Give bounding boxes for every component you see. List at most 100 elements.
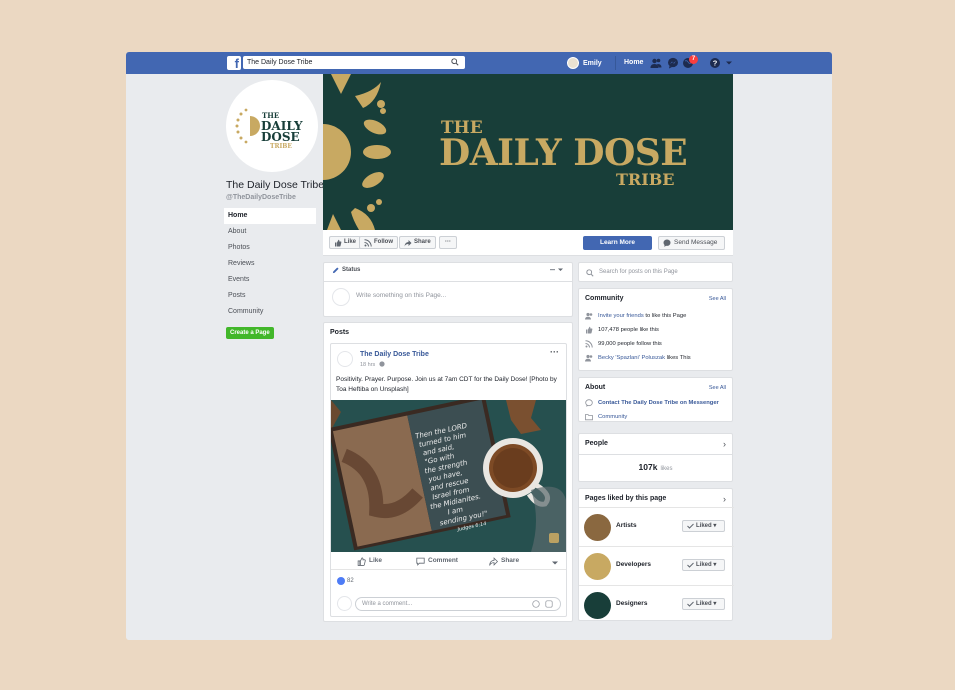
cover-title-main: DAILY DOSE [439, 132, 688, 174]
globe-icon [379, 361, 385, 367]
search-posts-input[interactable]: Search for posts on this Page [578, 262, 733, 282]
messenger-icon [585, 399, 593, 407]
comment-input[interactable]: Write a comment... [355, 597, 561, 611]
post-time-text: 18 hrs [360, 362, 376, 368]
messenger-icon[interactable] [667, 57, 679, 69]
liked-page-name[interactable]: Developers [616, 561, 651, 568]
post-like-label: Like [369, 557, 383, 564]
pencil-icon [332, 267, 339, 274]
chevron-down-icon[interactable] [725, 59, 733, 67]
page-side-nav: Home About Photos Reviews Events Posts C… [224, 208, 316, 320]
post-share-button[interactable]: Share [489, 557, 519, 566]
page-avatar [332, 288, 350, 306]
invite-friends-row: Invite your friends to like this Page [585, 312, 686, 320]
status-input[interactable]: Write something on this Page... [356, 292, 446, 299]
post-comment-button[interactable]: Comment [416, 557, 458, 566]
pages-liked-title[interactable]: Pages liked by this page [585, 495, 666, 502]
nav-item-reviews[interactable]: Reviews [224, 256, 316, 272]
nav-item-photos[interactable]: Photos [224, 240, 316, 256]
learn-more-button[interactable]: Learn More [583, 236, 652, 250]
like-page-button[interactable]: Like [329, 236, 362, 249]
post-like-button[interactable]: Like [357, 557, 383, 566]
likes-count-row: 107,478 people like this [585, 326, 659, 334]
chevron-right-icon[interactable]: › [723, 494, 726, 504]
liked-page-name[interactable]: Artists [616, 522, 637, 529]
follow-label: Follow [374, 239, 393, 245]
post-options-button[interactable]: ··· [550, 347, 559, 357]
create-page-button[interactable]: Create a Page [226, 327, 274, 339]
invite-friends-link[interactable]: Invite your friends [598, 313, 644, 319]
post-actions-bar: Like Comment Share [331, 554, 566, 570]
more-options-button[interactable]: ··· [439, 236, 457, 249]
rss-icon [364, 239, 372, 247]
search-icon [586, 269, 594, 277]
status-tab-label: Status [342, 267, 361, 273]
liked-page-row: Designers Liked ▾ [579, 585, 734, 623]
category-link[interactable]: Community [598, 414, 627, 420]
search-icon[interactable] [451, 58, 459, 66]
liked-page-name[interactable]: Designers [616, 600, 647, 607]
liked-page-avatar[interactable] [584, 553, 611, 580]
nav-item-home[interactable]: Home [224, 208, 316, 224]
tribe-logo-image: THE DAILY DOSE TRIBE [235, 108, 303, 150]
posts-header: Posts [330, 329, 350, 336]
page-title[interactable]: The Daily Dose Tribe [226, 179, 324, 191]
nav-item-posts[interactable]: Posts [224, 288, 316, 304]
cover-photo[interactable]: THE DAILY DOSE TRIBE [323, 74, 733, 230]
liked-toggle-button[interactable]: Liked ▾ [682, 520, 725, 532]
logo-text-tribe: TRIBE [270, 143, 292, 150]
search-posts-placeholder: Search for posts on this Page [599, 269, 678, 275]
comment-placeholder: Write a comment... [362, 601, 413, 607]
share-page-button[interactable]: Share [399, 236, 436, 249]
audience-dropdown[interactable] [550, 267, 564, 275]
liked-toggle-button[interactable]: Liked ▾ [682, 598, 725, 610]
chevron-down-icon[interactable] [551, 559, 559, 567]
share-arrow-icon [404, 240, 412, 247]
emoji-icon[interactable] [532, 600, 540, 608]
page-handle[interactable]: @TheDailyDoseTribe [226, 194, 296, 201]
home-link[interactable]: Home [615, 56, 643, 70]
sticker-icon[interactable] [545, 600, 553, 608]
search-input[interactable]: The Daily Dose Tribe [243, 56, 465, 69]
help-icon[interactable]: ? [709, 57, 721, 69]
people-count-unit: likes [660, 466, 673, 472]
friend-requests-icon[interactable] [650, 57, 662, 69]
people-count-value: 107k [638, 462, 658, 472]
chevron-right-icon[interactable]: › [723, 439, 726, 449]
liked-button-label: Liked [696, 601, 712, 607]
profile-picture[interactable]: THE DAILY DOSE TRIBE [226, 80, 318, 172]
reaction-summary[interactable]: 82 [337, 577, 354, 585]
send-message-label: Send Message [674, 239, 718, 246]
people-title[interactable]: People [585, 440, 608, 447]
liked-page-row: Developers Liked ▾ [579, 546, 734, 584]
contact-messenger-link[interactable]: Contact The Daily Dose Tribe on Messenge… [598, 400, 719, 406]
friend-name-link[interactable]: Becky 'Spazlani' Poluszak [598, 355, 665, 361]
people-icon [585, 354, 593, 362]
status-tab[interactable]: Status [332, 267, 361, 274]
community-see-all-link[interactable]: See All [709, 296, 726, 302]
checkmark-icon [687, 562, 694, 568]
facebook-logo-icon[interactable]: f [227, 56, 241, 70]
post-author-name[interactable]: The Daily Dose Tribe [360, 351, 429, 358]
post-author-avatar[interactable] [337, 351, 353, 367]
posts-section: Posts The Daily Dose Tribe 18 hrs ··· Po… [323, 322, 573, 622]
nav-item-about[interactable]: About [224, 224, 316, 240]
nav-item-community[interactable]: Community [224, 304, 316, 320]
status-composer: Status Write something on this Page... [323, 262, 573, 317]
follow-button[interactable]: Follow [359, 236, 398, 249]
likes-count-text: 107,478 people like this [598, 327, 659, 333]
nav-item-events[interactable]: Events [224, 272, 316, 288]
send-message-button[interactable]: Send Message [658, 236, 725, 250]
about-title: About [585, 384, 606, 391]
liked-toggle-button[interactable]: Liked ▾ [682, 559, 725, 571]
chevron-down-icon [550, 268, 563, 271]
community-card: Community See All Invite your friends to… [578, 288, 733, 371]
post-photo[interactable]: Then the LORD turned to him and said, "G… [331, 400, 566, 552]
avatar [567, 57, 579, 69]
post-timestamp[interactable]: 18 hrs [360, 361, 385, 368]
liked-page-avatar[interactable] [584, 592, 611, 619]
user-profile-link[interactable]: Emily [567, 56, 602, 70]
liked-page-avatar[interactable] [584, 514, 611, 541]
about-see-all-link[interactable]: See All [709, 385, 726, 391]
user-name: Emily [583, 59, 602, 67]
